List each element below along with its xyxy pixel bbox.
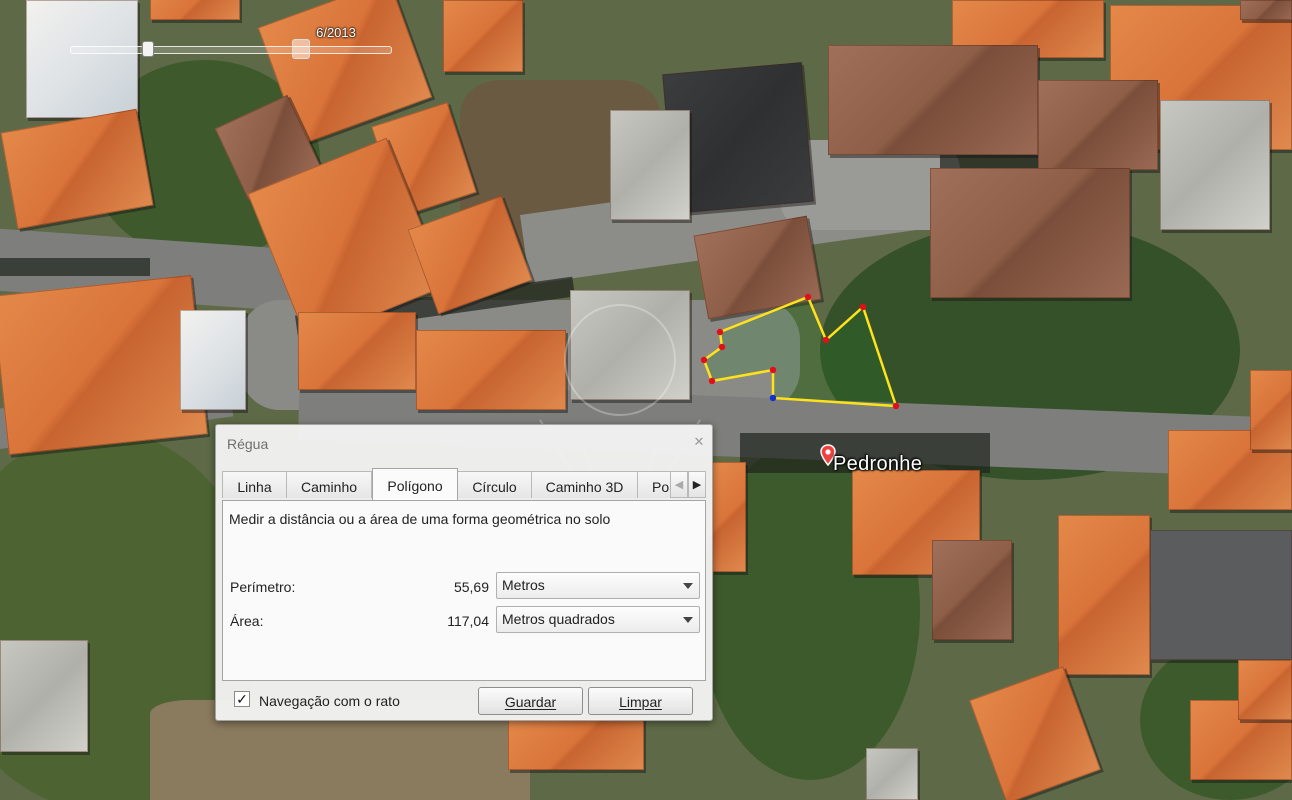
time-slider-date-label: 6/2013 <box>316 25 356 40</box>
tab-bar: Linha Caminho Polígono Círculo Caminho 3… <box>222 468 708 500</box>
area-label: Área: <box>230 613 264 629</box>
close-icon[interactable]: ✕ <box>690 432 708 452</box>
time-slider-end-handle[interactable] <box>292 39 310 59</box>
area-value: 117,04 <box>447 613 489 629</box>
time-slider-start-handle[interactable] <box>142 41 154 57</box>
tab-poligono[interactable]: Polígono <box>372 468 458 500</box>
time-slider-track[interactable] <box>70 46 392 54</box>
tab-linha[interactable]: Linha <box>222 471 287 498</box>
tab-circulo[interactable]: Círculo <box>457 471 532 498</box>
chevron-down-icon <box>683 617 693 623</box>
polygon-vertex-handle[interactable] <box>822 336 830 344</box>
polygon-vertex-handle[interactable] <box>892 402 900 410</box>
perimeter-unit-select[interactable]: Metros <box>496 572 700 599</box>
clear-button[interactable]: Limpar <box>588 687 693 715</box>
area-unit-value: Metros quadrados <box>502 611 615 627</box>
tab-scroll-left-icon[interactable]: ◀ <box>670 471 688 498</box>
ruler-dialog: Régua ✕ Linha Caminho Polígono Círculo C… <box>215 424 713 721</box>
area-unit-select[interactable]: Metros quadrados <box>496 606 700 633</box>
polygon-vertex-handle[interactable] <box>859 303 867 311</box>
tab-truncated[interactable]: Po <box>637 471 671 498</box>
perimeter-value: 55,69 <box>453 579 489 595</box>
polygon-vertex-handle[interactable] <box>769 366 777 374</box>
tab-scroll-buttons: ◀ ▶ <box>670 471 708 498</box>
polygon-vertex-handle[interactable] <box>769 394 777 402</box>
save-button[interactable]: Guardar <box>478 687 583 715</box>
mouse-navigation-label[interactable]: Navegação com o rato <box>259 693 400 709</box>
polygon-vertex-handle[interactable] <box>804 293 812 301</box>
tab-panel-poligono: Medir a distância ou a área de uma forma… <box>222 500 706 681</box>
perimeter-label: Perímetro: <box>230 579 296 595</box>
chevron-down-icon <box>683 583 693 589</box>
measure-description: Medir a distância ou a área de uma forma… <box>229 511 611 527</box>
tab-caminho-3d[interactable]: Caminho 3D <box>531 471 638 498</box>
place-label[interactable]: Pedronhe <box>833 453 922 476</box>
time-slider[interactable]: 6/2013 <box>70 25 416 62</box>
perimeter-unit-value: Metros <box>502 577 545 593</box>
polygon-outline <box>702 295 898 408</box>
tab-scroll-right-icon[interactable]: ▶ <box>688 471 706 498</box>
tab-caminho[interactable]: Caminho <box>286 471 372 498</box>
dialog-title: Régua <box>227 436 269 452</box>
mouse-navigation-checkbox[interactable]: ✓ <box>234 691 250 707</box>
